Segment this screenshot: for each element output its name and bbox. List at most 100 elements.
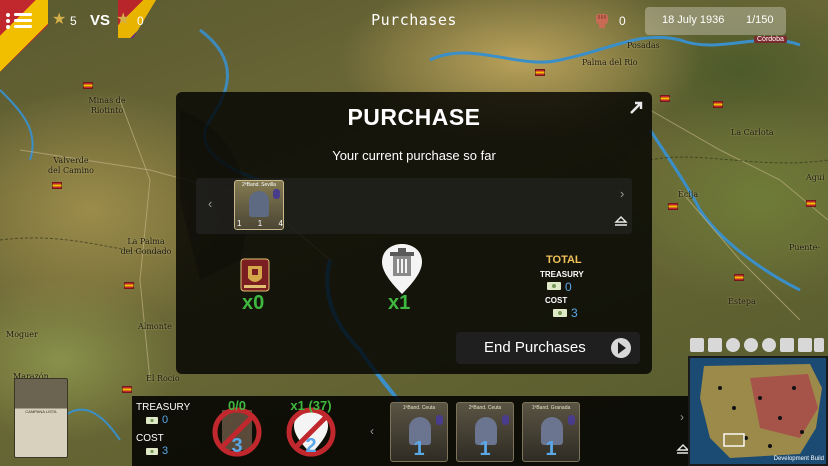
town-label: Minas de Riotinto [88, 96, 126, 115]
minimap[interactable]: Development Build [688, 356, 828, 466]
queue-prev-arrow[interactable]: ‹ [370, 424, 374, 438]
top-bar: ★ 5 VS ★ 0 Purchases 0 18 July 1936 1/15… [0, 0, 828, 72]
town-label: Posadas [627, 41, 660, 50]
roster-number: 2 [305, 435, 317, 457]
unit-flag-icon[interactable] [668, 203, 678, 210]
cost-label: COST [136, 433, 164, 444]
unit-number: 1 [413, 438, 425, 460]
unit-type-icon [568, 415, 575, 425]
town-label: Agui [806, 173, 825, 182]
cost-label: COST [545, 296, 568, 305]
unit-flag-icon[interactable] [734, 274, 744, 281]
unit-stat: 1 [257, 219, 263, 228]
cycle-icon[interactable] [744, 338, 758, 352]
total-label: TOTAL [546, 254, 582, 266]
minimap-toolbar [688, 338, 828, 354]
grid-icon[interactable] [708, 338, 722, 352]
event-card-title: CAMPANA LISTA [25, 409, 57, 414]
unit-portrait [249, 191, 269, 217]
unit-flag-icon[interactable] [713, 101, 723, 108]
treasury-value: 0 [162, 414, 169, 426]
money-icon [547, 282, 561, 290]
unit-flag-icon[interactable] [124, 282, 134, 289]
purchase-dialog: PURCHASE Your current purchase so far ‹ … [176, 92, 652, 374]
city-label[interactable]: Córdoba [754, 36, 787, 43]
terrain-icon[interactable] [780, 338, 794, 352]
town-label: Puente- [789, 243, 821, 252]
unit-name: 1ªBand. Ceuta [402, 405, 436, 411]
collapse-icon[interactable] [628, 100, 644, 116]
town-label: La Palma del Condado [120, 237, 172, 256]
money-icon [553, 309, 567, 317]
unit-name: 2ªBand. Sevilla [242, 182, 276, 188]
town-label: Écija [678, 190, 699, 199]
unit-flag-icon[interactable] [52, 182, 62, 189]
queue-unit-card[interactable]: 1ªBand. Ceuta 1 [390, 402, 448, 462]
download-icon[interactable] [690, 338, 704, 352]
treasury-label: TREASURY [136, 402, 191, 413]
end-purchases-button[interactable]: End Purchases [456, 332, 640, 364]
turn-counter: 1/150 [746, 14, 774, 26]
roster-count: x1 (37) [290, 398, 332, 413]
queue-unit-card[interactable]: 2ªBand. Ceuta 1 [456, 402, 514, 462]
town-label: El Rocio [146, 374, 180, 383]
cost-value: 3 [571, 306, 578, 320]
card-icon[interactable] [798, 338, 812, 352]
event-card[interactable]: CAMPANA LISTA [14, 378, 68, 458]
money-icon [146, 417, 158, 424]
town-label: Valverde del Camino [48, 156, 94, 175]
rotate-icon[interactable] [726, 338, 740, 352]
money-icon [146, 448, 158, 455]
treasury-value: 0 [565, 280, 572, 294]
current-date: 18 July 1936 [662, 14, 725, 26]
unit-type-icon [502, 415, 509, 425]
unit-stat: 4 [278, 219, 283, 228]
build-label: Development Build [773, 456, 824, 462]
town-label: La Carlota [731, 128, 774, 137]
roster-slot[interactable]: 0/0 3 [208, 398, 266, 458]
unit-flag-icon[interactable] [83, 82, 93, 89]
unit-stat: 1 [237, 219, 242, 228]
queue-unit-card[interactable]: 1ªBand. Granada 1 [522, 402, 580, 462]
roster-number: 3 [231, 435, 243, 457]
cost-value: 3 [162, 445, 169, 457]
end-purchases-label: End Purchases [484, 339, 586, 356]
town-label: Moguer [6, 330, 38, 339]
dialog-subtitle: Your current purchase so far [332, 148, 496, 163]
trash-drop-icon[interactable] [378, 240, 426, 296]
treasury-label: TREASURY [540, 270, 584, 279]
town-label: Almonte [138, 322, 172, 331]
unit-name: 1ªBand. Granada [531, 405, 571, 411]
unit-type-icon [273, 189, 280, 199]
bottom-bar: TREASURY 0 COST 3 0/0 3 x1 (37) 2 ‹ 1ªBa… [132, 396, 698, 466]
unit-flag-icon[interactable] [806, 200, 816, 207]
town-label: Estepa [728, 297, 756, 306]
unit-name: 2ªBand. Ceuta [468, 405, 502, 411]
arrow-right-icon [611, 338, 631, 358]
nationalist-count: x0 [242, 292, 265, 314]
tray-icon[interactable] [614, 214, 628, 226]
dialog-title: PURCHASE [347, 104, 481, 130]
nationalist-emblem-icon[interactable] [240, 258, 270, 292]
strip-next-arrow[interactable]: › [620, 186, 624, 201]
purchase-strip: ‹ › 2ªBand. Sevilla 1 1 4 [196, 178, 632, 234]
settings-icon[interactable] [814, 338, 824, 352]
unit-number: 1 [545, 438, 557, 460]
town-label: Palma del Rio [582, 58, 638, 67]
unit-type-icon [436, 415, 443, 425]
target-icon[interactable] [762, 338, 776, 352]
fist-count: 0 [619, 14, 626, 28]
strip-prev-arrow[interactable]: ‹ [208, 196, 212, 211]
trash-count: x1 [388, 292, 411, 314]
unit-number: 1 [479, 438, 491, 460]
fist-icon [596, 14, 608, 28]
unit-stats: 1 1 4 [237, 219, 283, 228]
purchased-unit-card[interactable]: 2ªBand. Sevilla 1 1 4 [234, 180, 284, 230]
roster-count: 0/0 [227, 398, 247, 413]
unit-flag-icon[interactable] [122, 386, 132, 393]
unit-flag-icon[interactable] [660, 95, 670, 102]
minimap-terrain [700, 364, 822, 458]
roster-slot[interactable]: x1 (37) 2 [282, 398, 340, 458]
unit-flag-icon[interactable] [535, 69, 545, 76]
queue-next-arrow[interactable]: › [680, 410, 684, 424]
